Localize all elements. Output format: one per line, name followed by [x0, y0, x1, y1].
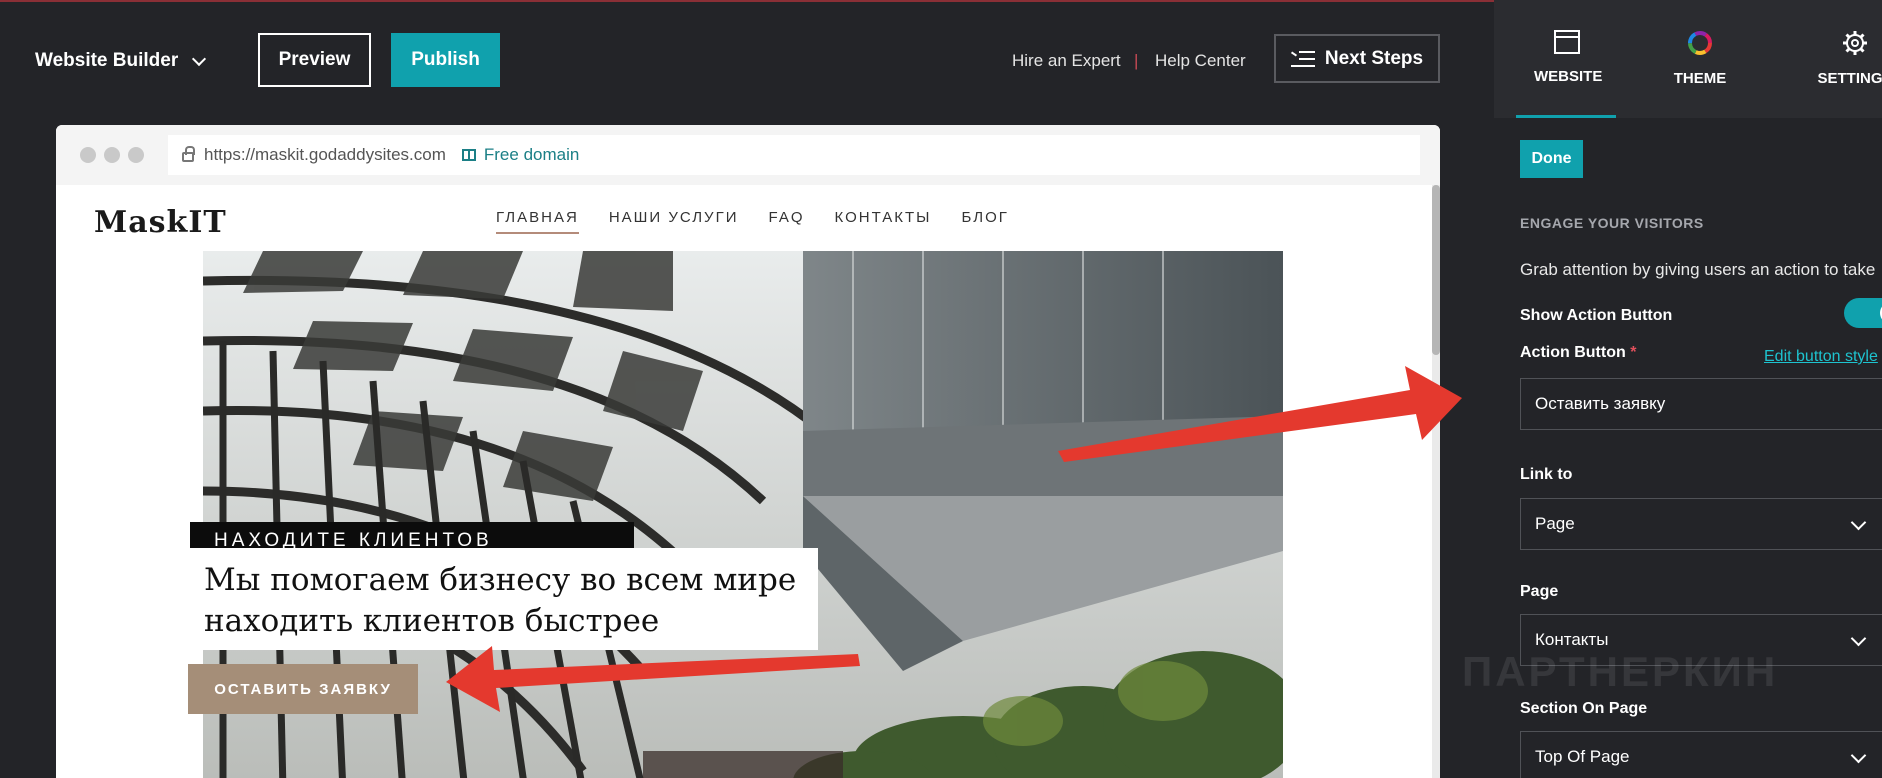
free-domain-link[interactable]: Free domain [461, 145, 580, 165]
site-logo[interactable]: MaskIT [94, 205, 227, 240]
link-separator: | [1134, 51, 1139, 70]
brand-label: Website Builder [35, 50, 179, 71]
window-dot-icon [80, 147, 96, 163]
publish-button[interactable]: Publish [391, 33, 500, 87]
section-heading: ENGAGE YOUR VISITORS [1520, 215, 1704, 231]
link-to-select[interactable]: Page [1520, 498, 1882, 550]
site-url: https://maskit.godaddysites.com [204, 145, 446, 164]
nav-item-contacts[interactable]: КОНТАКТЫ [835, 209, 932, 234]
next-steps-label: Next Steps [1324, 47, 1424, 69]
tab-website[interactable]: WEBSITE [1534, 30, 1603, 85]
free-domain-label: Free domain [483, 145, 580, 164]
page-value: Контакты [1535, 630, 1609, 649]
chevron-down-icon [1850, 630, 1867, 647]
window-dot-icon [128, 147, 144, 163]
nav-item-blog[interactable]: БЛОГ [961, 209, 1008, 234]
headline-line: Мы помогаем бизнесу во всем мире [204, 562, 797, 598]
section-description: Grab attention by giving users an action… [1520, 260, 1876, 279]
list-icon [1290, 50, 1315, 67]
scrollbar-thumb[interactable] [1432, 185, 1440, 355]
hero-cta-button[interactable]: ОСТАВИТЬ ЗАЯВКУ [188, 664, 418, 714]
tab-settings[interactable]: SETTINGS [1810, 30, 1882, 87]
preview-button[interactable]: Preview [258, 33, 371, 87]
show-action-toggle[interactable] [1844, 298, 1882, 328]
gift-icon [461, 149, 476, 161]
chevron-down-icon [192, 51, 207, 66]
browser-chrome: https://maskit.godaddysites.com Free dom… [56, 125, 1440, 185]
chevron-down-icon [1850, 514, 1867, 531]
gear-icon [1843, 31, 1867, 55]
done-button[interactable]: Done [1520, 140, 1583, 178]
section-on-page-select[interactable]: Top Of Page [1520, 731, 1882, 778]
watermark: ПАРТНЕРКИН [1462, 648, 1779, 695]
action-button-label: Action Button * [1520, 344, 1636, 362]
hero-headline: Мы помогаем бизнесу во всем мире находит… [190, 548, 818, 650]
nav-item-home[interactable]: ГЛАВНАЯ [496, 209, 579, 234]
section-on-page-value: Top Of Page [1535, 747, 1630, 766]
panel-tabs: WEBSITE THEME SETTING [1494, 0, 1882, 118]
edit-button-style-link[interactable]: Edit button style [1764, 348, 1878, 366]
headline-line: находить клиентов быстрее [204, 603, 660, 639]
tab-label: SETTINGS [1817, 70, 1882, 87]
section-on-page-label: Section On Page [1520, 700, 1648, 717]
editor-topbar: Website Builder Preview Publish Hire an … [0, 0, 1494, 118]
nav-item-faq[interactable]: FAQ [769, 209, 805, 234]
tab-theme[interactable]: THEME [1646, 30, 1754, 87]
nav-item-services[interactable]: НАШИ УСЛУГИ [609, 209, 739, 234]
show-action-label: Show Action Button [1520, 307, 1673, 324]
help-center-link[interactable]: Help Center [1155, 51, 1246, 71]
browser-window-icon [1554, 30, 1580, 54]
website-builder-menu[interactable]: Website Builder [35, 50, 207, 72]
window-dot-icon [104, 147, 120, 163]
required-mark: * [1630, 344, 1637, 361]
url-bar: https://maskit.godaddysites.com Free dom… [168, 135, 1420, 175]
lock-icon [182, 146, 195, 162]
page-label: Page [1520, 583, 1559, 600]
link-to-value: Page [1535, 514, 1575, 533]
preview-scrollbar[interactable] [1432, 185, 1440, 778]
color-wheel-icon [1688, 31, 1712, 55]
tab-label: WEBSITE [1534, 68, 1603, 85]
hire-expert-link[interactable]: Hire an Expert [1012, 51, 1121, 71]
link-to-label: Link to [1520, 466, 1573, 483]
tab-label: THEME [1673, 70, 1727, 87]
next-steps-button[interactable]: Next Steps [1274, 34, 1440, 83]
site-nav: ГЛАВНАЯ НАШИ УСЛУГИ FAQ КОНТАКТЫ БЛОГ [496, 209, 1009, 234]
action-button-value: Оставить заявку [1535, 394, 1666, 413]
action-button-label-text: Action Button [1520, 344, 1626, 361]
chevron-down-icon [1850, 747, 1867, 764]
action-button-input[interactable]: Оставить заявку [1520, 378, 1882, 430]
